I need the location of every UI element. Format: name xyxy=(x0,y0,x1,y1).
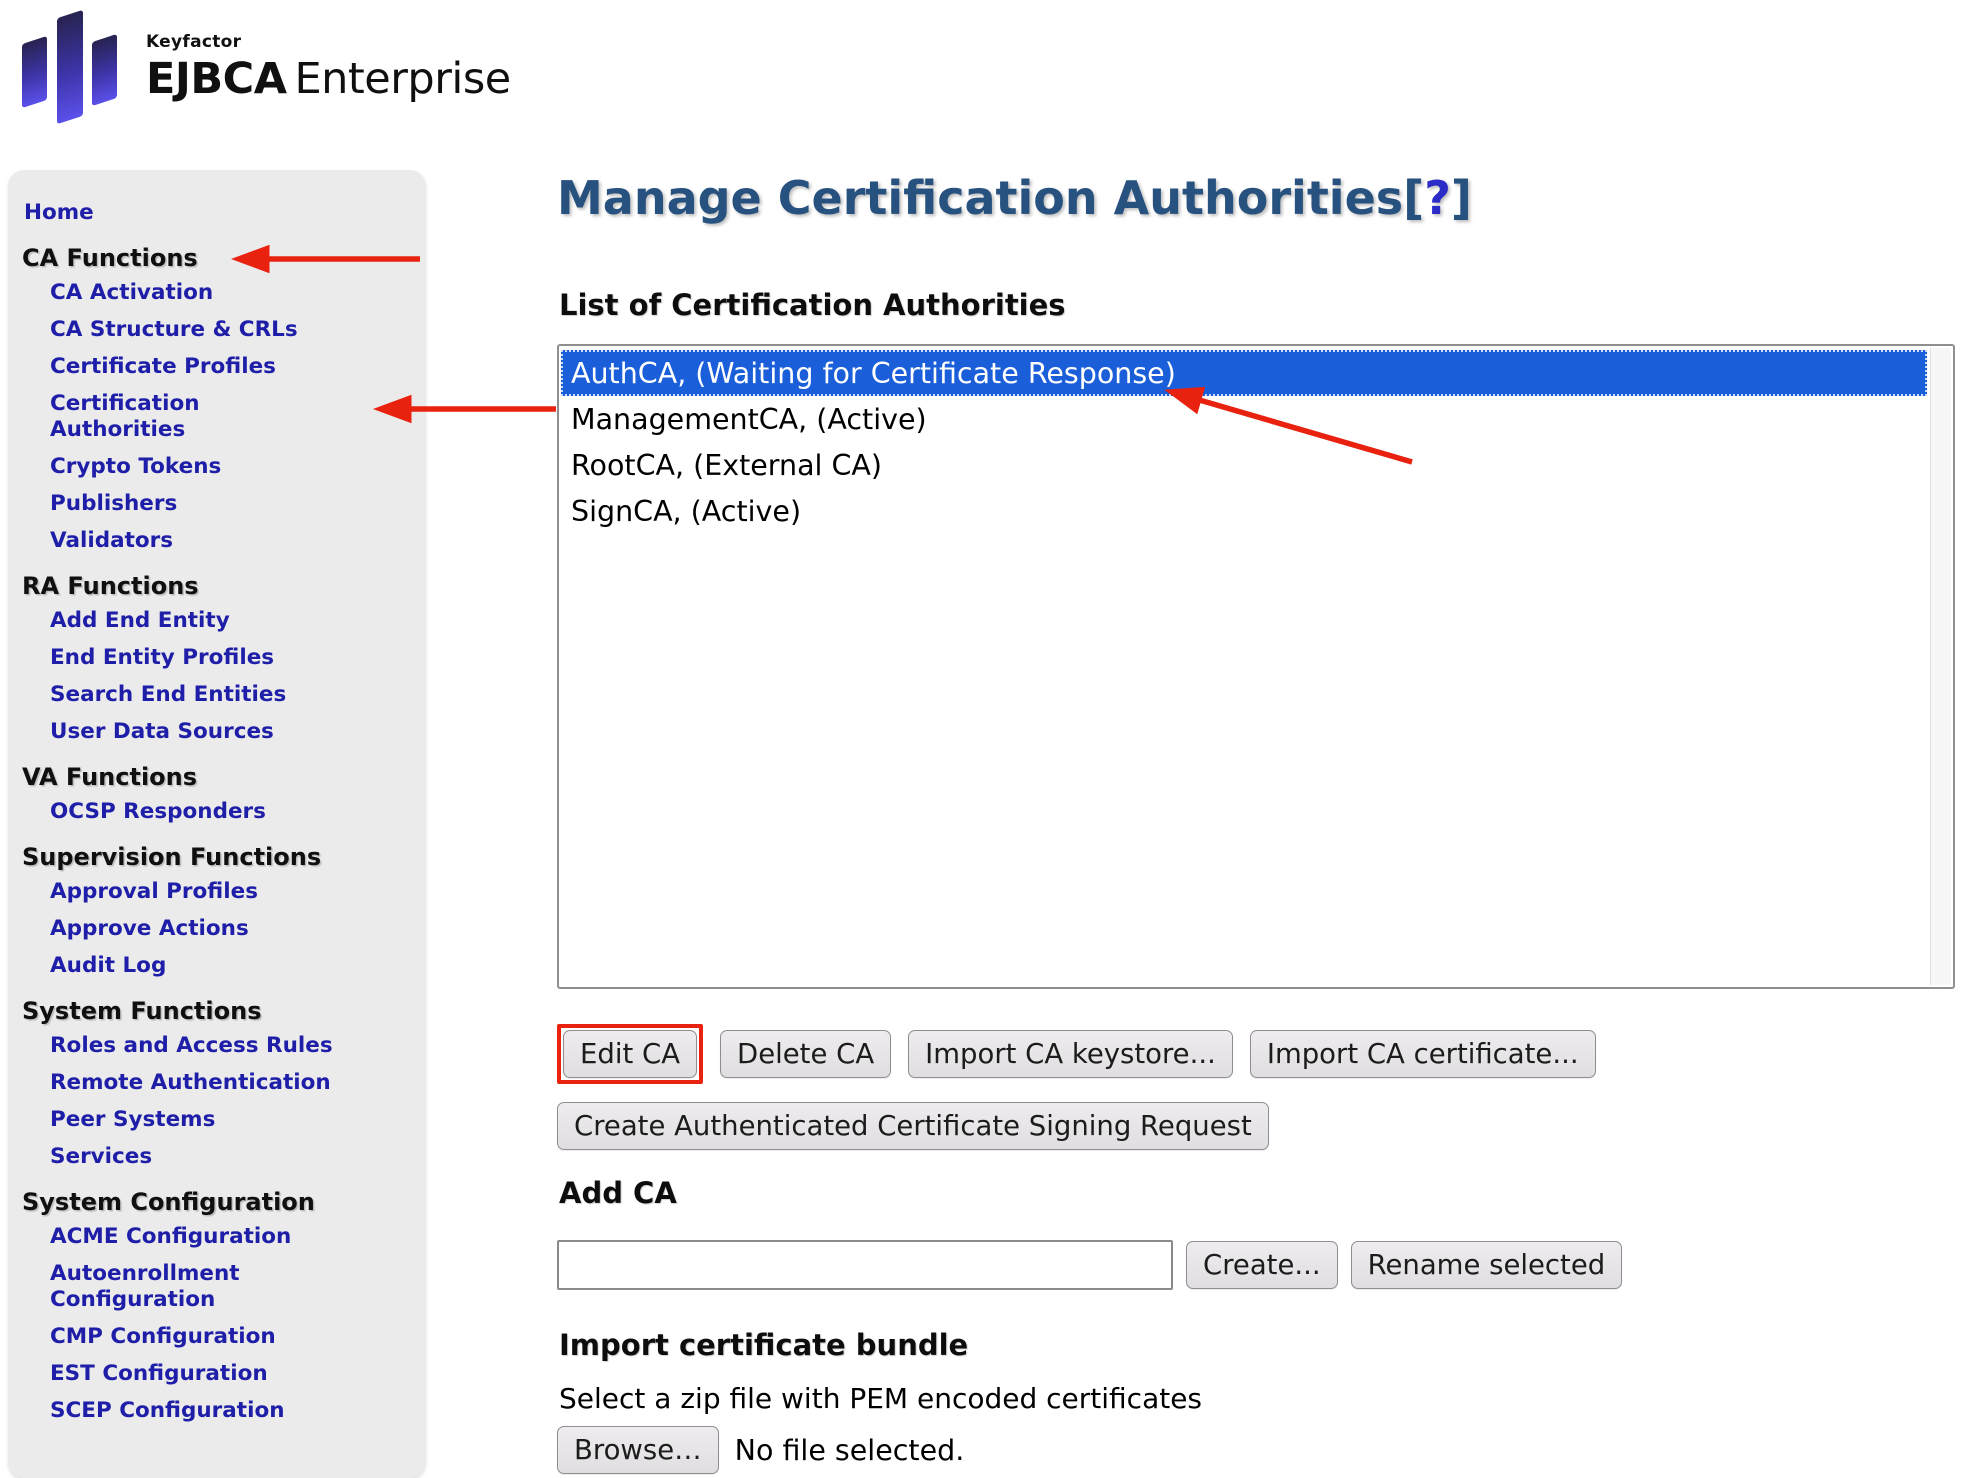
sidebar-item-search-end-entities[interactable]: Search End Entities xyxy=(50,682,340,708)
sidebar-item-user-data-sources[interactable]: User Data Sources xyxy=(50,719,340,745)
browse-button[interactable]: Browse… xyxy=(557,1426,719,1474)
sidebar-section-ca-functions: CA Functions CA Activation CA Structure & … xyxy=(20,244,412,554)
edit-ca-highlight-annotation: Edit CA xyxy=(557,1024,703,1084)
logo-product-name: EJBCAEnterprise xyxy=(146,58,511,101)
sidebar-section-header-supervision-functions: Supervision Functions xyxy=(22,843,412,871)
sidebar-section-header-system-functions: System Functions xyxy=(22,997,412,1025)
sidebar-item-validators[interactable]: Validators xyxy=(50,528,340,554)
help-link[interactable]: [?] xyxy=(1403,171,1472,225)
sidebar-item-roles-and-access-rules[interactable]: Roles and Access Rules xyxy=(50,1033,340,1059)
file-status: No file selected. xyxy=(735,1434,965,1467)
listbox-scrollbar[interactable] xyxy=(1930,348,1951,985)
sidebar-section-header-ra-functions: RA Functions xyxy=(22,572,412,600)
keyfactor-logo-icon xyxy=(22,8,118,134)
sidebar-item-crypto-tokens[interactable]: Crypto Tokens xyxy=(50,454,340,480)
import-bundle-instruction: Select a zip file with PEM encoded certi… xyxy=(559,1382,1202,1415)
page-title: Manage Certification Authorities[?] xyxy=(557,168,1472,228)
import-ca-certificate-button[interactable]: Import CA certificate... xyxy=(1250,1030,1596,1078)
add-ca-heading: Add CA xyxy=(559,1176,677,1210)
ca-list-option[interactable]: SignCA, (Active) xyxy=(561,488,1927,534)
import-bundle-heading: Import certificate bundle xyxy=(559,1328,968,1362)
sidebar-section-header-va-functions: VA Functions xyxy=(22,763,412,791)
sidebar-item-scep-configuration[interactable]: SCEP Configuration xyxy=(50,1398,340,1424)
sidebar-item-add-end-entity[interactable]: Add End Entity xyxy=(50,608,340,634)
sidebar: Home CA Functions CA Activation CA Structu… xyxy=(8,170,426,1478)
sidebar-item-approve-actions[interactable]: Approve Actions xyxy=(50,916,340,942)
sidebar-item-certification-authorities[interactable]: Certification Authorities xyxy=(50,391,340,443)
sidebar-section-supervision-functions: Supervision Functions Approval Profiles Ap… xyxy=(20,843,412,979)
sidebar-item-ocsp-responders[interactable]: OCSP Responders xyxy=(50,799,340,825)
logo-company-name: Keyfactor xyxy=(146,34,511,51)
ca-list-option[interactable]: RootCA, (External CA) xyxy=(561,442,1927,488)
sidebar-item-remote-authentication[interactable]: Remote Authentication xyxy=(50,1070,340,1096)
sidebar-section-ra-functions: RA Functions Add End Entity End Entity Pro… xyxy=(20,572,412,745)
sidebar-item-publishers[interactable]: Publishers xyxy=(50,491,340,517)
sidebar-item-ca-activation[interactable]: CA Activation xyxy=(50,280,340,306)
help-question-mark: ? xyxy=(1424,171,1451,225)
csr-action-row: Create Authenticated Certificate Signing… xyxy=(557,1102,1269,1150)
delete-ca-button[interactable]: Delete CA xyxy=(720,1030,891,1078)
logo-text: Keyfactor EJBCAEnterprise xyxy=(146,8,511,101)
file-upload-row: Browse… No file selected. xyxy=(557,1426,964,1474)
ca-list-option[interactable]: ManagementCA, (Active) xyxy=(561,396,1927,442)
import-ca-keystore-button[interactable]: Import CA keystore... xyxy=(908,1030,1233,1078)
sidebar-item-end-entity-profiles[interactable]: End Entity Profiles xyxy=(50,645,340,671)
sidebar-item-peer-systems[interactable]: Peer Systems xyxy=(50,1107,340,1133)
sidebar-item-ca-structure-crls[interactable]: CA Structure & CRLs xyxy=(50,317,340,343)
sidebar-section-header-system-configuration: System Configuration xyxy=(22,1188,412,1216)
sidebar-section-header-ca-functions: CA Functions xyxy=(22,244,412,272)
sidebar-item-services[interactable]: Services xyxy=(50,1144,340,1170)
ca-actions-row: Edit CA Delete CA Import CA keystore... … xyxy=(557,1024,1596,1084)
ca-listbox[interactable]: AuthCA, (Waiting for Certificate Respons… xyxy=(557,344,1955,989)
create-button[interactable]: Create... xyxy=(1186,1241,1338,1289)
edit-ca-button[interactable]: Edit CA xyxy=(563,1030,697,1078)
list-heading: List of Certification Authorities xyxy=(559,288,1066,322)
sidebar-item-autoenrollment-configuration[interactable]: Autoenrollment Configuration xyxy=(50,1261,340,1313)
sidebar-item-certificate-profiles[interactable]: Certificate Profiles xyxy=(50,354,340,380)
create-csr-button[interactable]: Create Authenticated Certificate Signing… xyxy=(557,1102,1269,1150)
sidebar-item-approval-profiles[interactable]: Approval Profiles xyxy=(50,879,340,905)
sidebar-item-est-configuration[interactable]: EST Configuration xyxy=(50,1361,340,1387)
ca-list-option-selected[interactable]: AuthCA, (Waiting for Certificate Respons… xyxy=(561,350,1927,396)
add-ca-name-input[interactable] xyxy=(557,1240,1173,1290)
sidebar-item-audit-log[interactable]: Audit Log xyxy=(50,953,340,979)
sidebar-item-home[interactable]: Home xyxy=(24,200,412,226)
sidebar-section-system-functions: System Functions Roles and Access Rules Re… xyxy=(20,997,412,1170)
page-title-text: Manage Certification Authorities xyxy=(557,171,1403,225)
app-logo[interactable]: Keyfactor EJBCAEnterprise xyxy=(22,8,511,134)
add-ca-row: Create... Rename selected xyxy=(557,1240,1622,1290)
sidebar-item-acme-configuration[interactable]: ACME Configuration xyxy=(50,1224,340,1250)
rename-selected-button[interactable]: Rename selected xyxy=(1351,1241,1623,1289)
sidebar-item-cmp-configuration[interactable]: CMP Configuration xyxy=(50,1324,340,1350)
sidebar-section-va-functions: VA Functions OCSP Responders xyxy=(20,763,412,825)
sidebar-section-system-configuration: System Configuration ACME Configuration Au… xyxy=(20,1188,412,1424)
